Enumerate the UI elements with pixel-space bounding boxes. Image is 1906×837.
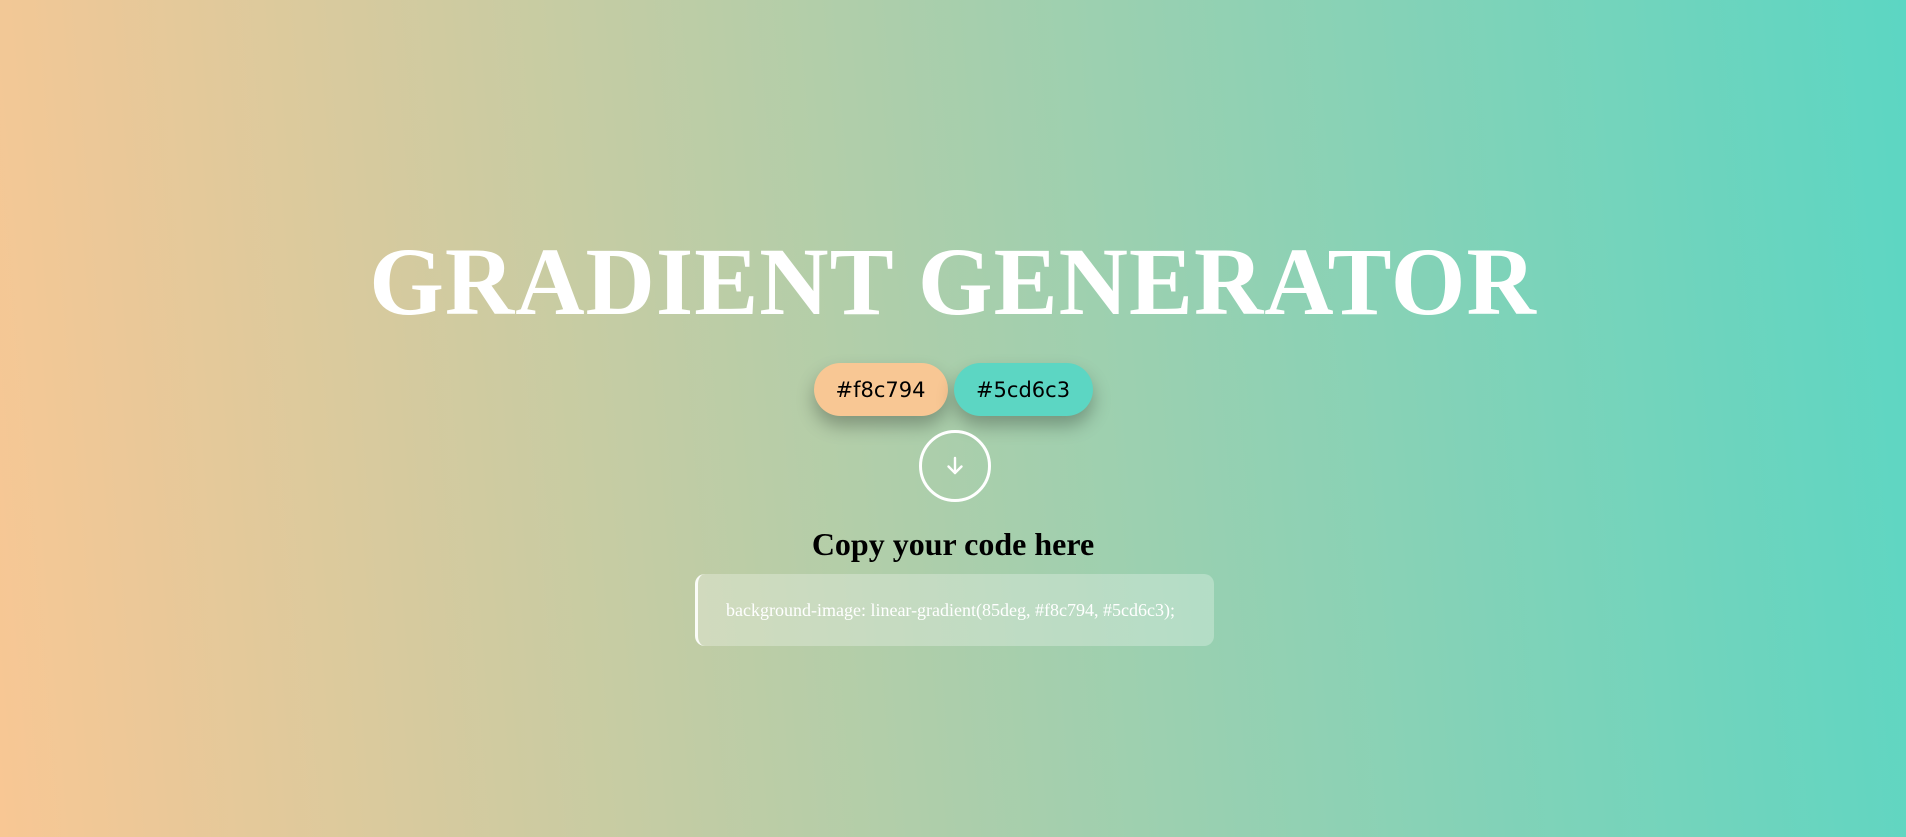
color-2-button[interactable]: #5cd6c3 xyxy=(953,363,1093,416)
color-picker-group: #f8c794 #5cd6c3 xyxy=(0,363,1906,416)
color-1-button[interactable]: #f8c794 xyxy=(813,363,948,416)
arrow-down-icon xyxy=(947,456,963,475)
gradient-generator-page: GRADIENT GENERATOR #f8c794 #5cd6c3 Copy … xyxy=(0,0,1906,837)
generate-button[interactable] xyxy=(919,430,991,502)
copy-code-heading: Copy your code here xyxy=(811,526,1095,562)
css-code-output[interactable]: background-image: linear-gradient(85deg,… xyxy=(695,574,1214,646)
page-title: GRADIENT GENERATOR xyxy=(369,228,1537,335)
